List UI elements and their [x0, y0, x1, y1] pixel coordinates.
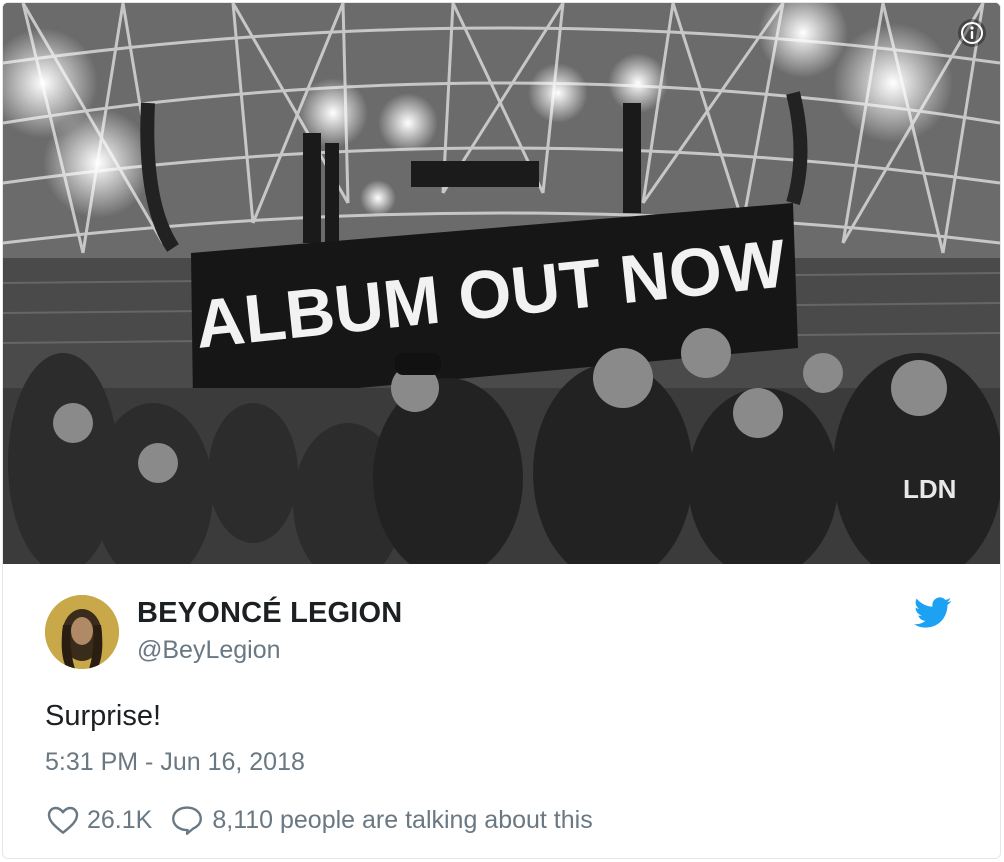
tweet-author[interactable]: BEYONCÉ LEGION @BeyLegion	[45, 595, 945, 669]
twitter-bird-icon[interactable]	[914, 597, 952, 629]
tweet-text: Surprise!	[45, 700, 162, 732]
like-count: 26.1K	[87, 805, 153, 834]
conversation-button[interactable]: 8,110 people are talking about this	[170, 805, 593, 835]
stadium-photo: ALBUM OUT NOW LDN	[3, 3, 1000, 564]
author-handle[interactable]: @BeyLegion	[137, 636, 281, 665]
conversation-text: 8,110 people are talking about this	[212, 805, 593, 834]
tweet-actions: 26.1K 8,110 people are talking about thi…	[47, 803, 593, 837]
tweet-photo[interactable]: ALBUM OUT NOW LDN	[3, 3, 1000, 564]
like-button[interactable]: 26.1K	[47, 805, 152, 835]
shirt-text: LDN	[903, 474, 956, 504]
tweet-timestamp[interactable]: 5:31 PM - Jun 16, 2018	[45, 748, 305, 777]
avatar[interactable]	[45, 595, 119, 669]
author-name[interactable]: BEYONCÉ LEGION	[137, 597, 402, 630]
speech-bubble-icon	[172, 806, 203, 835]
heart-icon	[47, 806, 79, 834]
embedded-tweet-card: ALBUM OUT NOW LDN BEYONCÉ LEGION @BeyLeg…	[2, 2, 1001, 859]
info-icon[interactable]	[958, 19, 986, 47]
